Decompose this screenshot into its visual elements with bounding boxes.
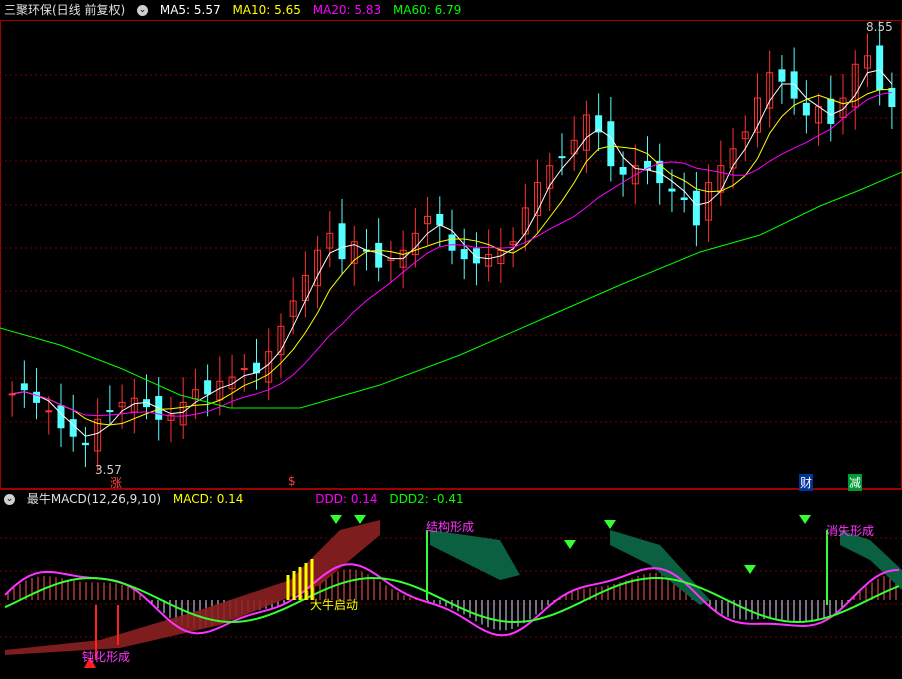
candle-body xyxy=(680,197,688,201)
candle-body xyxy=(619,166,627,175)
signal-triangle-down xyxy=(564,540,576,549)
annotation-structure-formed: 结构形成 xyxy=(426,520,475,534)
candle-body xyxy=(778,69,786,82)
event-marker-cai[interactable]: 财 xyxy=(799,474,814,491)
annotation-bull-start: 大牛启动 xyxy=(310,598,359,612)
candle-body xyxy=(106,410,114,413)
candle-body xyxy=(20,383,28,391)
candle-body xyxy=(827,98,835,124)
signal-triangle-down xyxy=(799,515,811,524)
high-price-label: 8.55 xyxy=(866,20,893,34)
ddd-band-red xyxy=(5,520,380,655)
event-marker-zhang[interactable]: 涨 xyxy=(110,474,122,491)
event-marker-dollar[interactable]: $ xyxy=(288,474,296,488)
signal-triangle-down xyxy=(744,565,756,574)
stock-chart-window: { "main_panel": { "stock_title": "三聚环保(日… xyxy=(0,0,902,679)
candle-body xyxy=(375,242,383,268)
candle-body xyxy=(888,87,896,108)
candle-body xyxy=(668,188,676,192)
candle-body xyxy=(240,368,248,371)
candle-body xyxy=(69,419,77,437)
candle-body xyxy=(338,223,346,260)
candle-body xyxy=(790,71,798,99)
candle-body xyxy=(876,45,884,91)
candle-body xyxy=(802,102,810,116)
candle-body xyxy=(81,442,89,446)
candle-body xyxy=(45,410,53,413)
candle-body xyxy=(448,234,456,251)
candle-body xyxy=(436,213,444,226)
ma60-line xyxy=(0,171,902,409)
candle-body xyxy=(607,121,615,167)
signal-triangle-down xyxy=(604,520,616,529)
annotation-blunt-formed: 钝化形成 xyxy=(82,650,131,664)
candle-body xyxy=(33,391,41,403)
candle-body xyxy=(8,393,16,396)
event-marker-jian[interactable]: 减 xyxy=(848,474,863,491)
candle-body xyxy=(472,248,480,264)
ddd-line xyxy=(4,563,900,637)
candle-body xyxy=(460,249,468,260)
candle-body xyxy=(558,156,566,159)
signal-triangle-down xyxy=(354,515,366,524)
annotation-disappear-formed: 消失形成 xyxy=(826,524,875,538)
candle-body xyxy=(692,190,700,226)
chart-canvas[interactable] xyxy=(0,0,902,679)
signal-triangle-down xyxy=(330,515,342,524)
candle-body xyxy=(57,405,65,429)
candle-body xyxy=(204,380,212,395)
